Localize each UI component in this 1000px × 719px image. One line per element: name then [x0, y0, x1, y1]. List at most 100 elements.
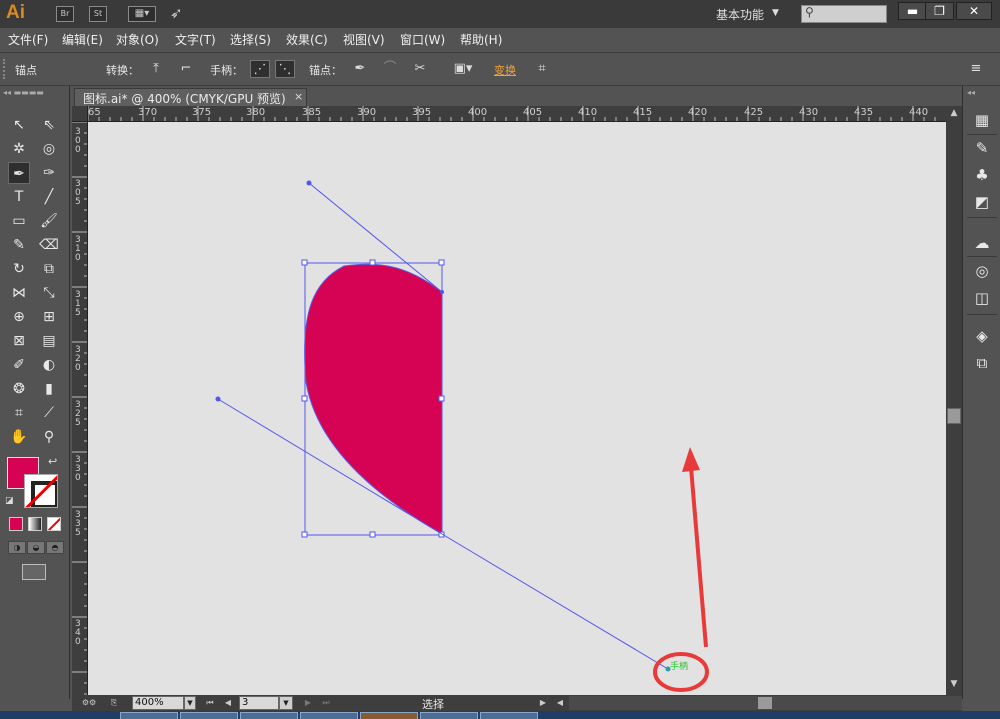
draw-normal-icon[interactable]: ◑: [8, 541, 26, 554]
swatches-panel-icon[interactable]: ▦: [970, 108, 994, 132]
lasso-tool-icon[interactable]: ◎: [38, 138, 60, 160]
connect-anchor-icon[interactable]: ⌒: [380, 60, 400, 78]
zoom-tool-icon[interactable]: ⚲: [38, 426, 60, 448]
brushes-panel-icon[interactable]: ✎: [970, 136, 994, 160]
selection-tool-icon[interactable]: ↖: [8, 114, 30, 136]
none-mode-icon[interactable]: [47, 517, 61, 531]
expand-panels-icon[interactable]: ◂◂: [967, 88, 975, 97]
convert-to-smooth-icon[interactable]: ⌐: [176, 60, 196, 78]
width-tool-icon[interactable]: ⋈: [8, 282, 30, 304]
direct-selection-tool-icon[interactable]: ⇖: [38, 114, 60, 136]
artboard-tool-icon[interactable]: ⌗: [8, 402, 30, 424]
artboard-number-field[interactable]: 3: [239, 696, 279, 710]
previous-artboard-icon[interactable]: ◀: [222, 696, 234, 710]
zoom-field[interactable]: 400%: [132, 696, 184, 710]
search-input[interactable]: ⚲: [801, 5, 887, 23]
scroll-down-icon[interactable]: ▼: [948, 679, 960, 691]
default-colors-icon[interactable]: ◪: [5, 496, 14, 506]
selected-shape[interactable]: [304, 263, 443, 535]
shape-builder-tool-icon[interactable]: ⊕: [8, 306, 30, 328]
curvature-tool-icon[interactable]: ✑: [38, 162, 60, 184]
menu-help[interactable]: 帮助(H): [460, 31, 502, 48]
panel-menu-icon[interactable]: ≡: [966, 60, 986, 78]
hide-handles-icon[interactable]: ⋱: [275, 60, 295, 78]
stroke-color-swatch[interactable]: [24, 474, 58, 508]
horizontal-scroll-thumb[interactable]: [758, 697, 772, 709]
gpu-performance-icon[interactable]: ⚙⚙: [78, 696, 100, 710]
rectangle-tool-icon[interactable]: ▭: [8, 210, 30, 232]
menu-type[interactable]: 文字(T): [175, 31, 216, 48]
screen-mode-icon[interactable]: [22, 564, 46, 580]
free-transform-tool-icon[interactable]: ⤡: [38, 282, 60, 304]
menu-file[interactable]: 文件(F): [8, 31, 48, 48]
graphic-styles-panel-icon[interactable]: ◩: [970, 190, 994, 214]
rotate-tool-icon[interactable]: ↻: [8, 258, 30, 280]
swap-colors-icon[interactable]: ↩: [48, 455, 57, 468]
hand-tool-icon[interactable]: ✋: [8, 426, 30, 448]
color-mode-icon[interactable]: [9, 517, 23, 531]
taskbar-item[interactable]: [240, 712, 298, 719]
taskbar-item[interactable]: [420, 712, 478, 719]
stock-button[interactable]: St: [89, 6, 107, 22]
line-tool-icon[interactable]: ╱: [38, 186, 60, 208]
artboard-dropdown-icon[interactable]: ▼: [279, 696, 293, 710]
menu-view[interactable]: 视图(V): [343, 31, 385, 48]
taskbar-item[interactable]: [180, 712, 238, 719]
bridge-button[interactable]: Br: [56, 6, 74, 22]
appearance-panel-icon[interactable]: ◎: [970, 259, 994, 283]
menu-object[interactable]: 对象(O): [116, 31, 159, 48]
scroll-left-icon[interactable]: ◀: [554, 696, 566, 710]
libraries-panel-icon[interactable]: ☁: [970, 231, 994, 255]
taskbar-item[interactable]: [360, 712, 418, 719]
last-artboard-icon[interactable]: ⏭: [320, 696, 332, 710]
align-to-icon[interactable]: ⌗: [532, 60, 552, 78]
draw-behind-icon[interactable]: ◒: [27, 541, 45, 554]
vertical-ruler[interactable]: 300 305 310 315 320 325 330 335 340: [72, 122, 88, 695]
ruler-origin[interactable]: [72, 106, 88, 122]
eraser-tool-icon[interactable]: ⌫: [38, 234, 60, 256]
taskbar-item[interactable]: [480, 712, 538, 719]
artboard-canvas[interactable]: 手柄: [88, 122, 946, 695]
horizontal-scrollbar[interactable]: [569, 696, 962, 710]
artboards-panel-icon[interactable]: ⧉: [970, 351, 994, 375]
perspective-grid-tool-icon[interactable]: ⊞: [38, 306, 60, 328]
taskbar-item[interactable]: [120, 712, 178, 719]
close-button[interactable]: ✕: [956, 2, 992, 20]
column-graph-tool-icon[interactable]: ▮: [38, 378, 60, 400]
pencil-tool-icon[interactable]: ✎: [8, 234, 30, 256]
share-icon[interactable]: ⎘: [108, 696, 120, 710]
convert-to-corner-icon[interactable]: ⤒: [146, 60, 166, 78]
transparency-panel-icon[interactable]: ◫: [970, 286, 994, 310]
tools-panel-grip[interactable]: ◂◂ ▬▬▬▬: [3, 88, 67, 97]
control-bar-grip[interactable]: [3, 59, 6, 79]
menu-window[interactable]: 窗口(W): [400, 31, 445, 48]
menu-select[interactable]: 选择(S): [230, 31, 271, 48]
vertical-scrollbar[interactable]: ▲ ▼: [946, 106, 962, 695]
chevron-down-icon[interactable]: ▼: [772, 8, 779, 18]
slice-tool-icon[interactable]: ⟋: [38, 402, 60, 424]
remove-anchor-icon[interactable]: ✒: [350, 60, 370, 78]
scroll-up-icon[interactable]: ▲: [948, 108, 960, 120]
isolate-icon[interactable]: ▣▾: [450, 60, 476, 78]
arrange-documents-icon[interactable]: ▦▾: [128, 6, 156, 22]
horizontal-ruler[interactable]: 65 370 375 380 385 390 395 400 405 410 4…: [88, 106, 946, 122]
symbol-sprayer-tool-icon[interactable]: ❂: [8, 378, 30, 400]
vertical-scroll-thumb[interactable]: [947, 408, 961, 424]
type-tool-icon[interactable]: T: [8, 186, 30, 208]
paintbrush-tool-icon[interactable]: 🖌: [38, 210, 60, 232]
transform-link[interactable]: 变换: [494, 62, 516, 78]
restore-button[interactable]: ❐: [925, 2, 954, 20]
workspace-switcher[interactable]: 基本功能: [716, 6, 764, 23]
show-handles-icon[interactable]: ⋰: [250, 60, 270, 78]
gpu-rocket-icon[interactable]: ➶: [170, 4, 183, 22]
menu-edit[interactable]: 编辑(E): [62, 31, 103, 48]
magic-wand-tool-icon[interactable]: ✲: [8, 138, 30, 160]
menu-effect[interactable]: 效果(C): [286, 31, 328, 48]
scale-tool-icon[interactable]: ⧉: [38, 258, 60, 280]
status-menu-icon[interactable]: ▶: [537, 696, 549, 710]
minimize-button[interactable]: ▬: [898, 2, 927, 20]
cut-path-icon[interactable]: ✂: [410, 60, 430, 78]
mesh-tool-icon[interactable]: ⊠: [8, 330, 30, 352]
taskbar-item[interactable]: [300, 712, 358, 719]
handle-points[interactable]: [215, 180, 671, 672]
